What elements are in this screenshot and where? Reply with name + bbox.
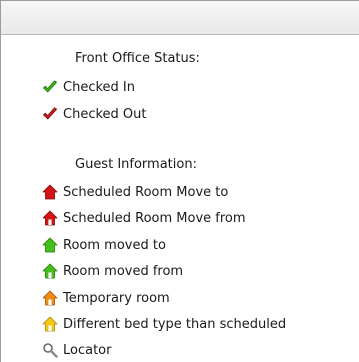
legend-item-checked-in: Checked In (42, 76, 135, 98)
legend-item-different-bed: Different bed type than scheduled (42, 313, 286, 335)
legend-label-checked-in: Checked In (63, 79, 135, 95)
legend-label-checked-out: Checked Out (63, 106, 147, 122)
guest-information-title: Guest Information: (75, 157, 197, 172)
legend-label-temporary-room: Temporary room (63, 290, 170, 306)
green-house-solid-icon (42, 237, 58, 253)
legend-item-move-from: Scheduled Room Move from (42, 207, 246, 229)
red-check-icon (42, 106, 58, 122)
legend-item-moved-from: Room moved from (42, 260, 183, 282)
red-house-outline-icon (42, 210, 58, 226)
legend-label-moved-to: Room moved to (63, 237, 166, 253)
legend-item-checked-out: Checked Out (42, 103, 146, 125)
legend-item-locator: Locator (42, 339, 111, 361)
green-check-icon (42, 79, 58, 95)
legend-item-moved-to: Room moved to (42, 234, 166, 256)
magnifier-icon (42, 342, 58, 358)
legend-label-different-bed: Different bed type than scheduled (63, 316, 287, 332)
legend-label-locator: Locator (63, 342, 112, 358)
green-house-outline-icon (42, 263, 58, 279)
legend-label-move-to: Scheduled Room Move to (63, 184, 229, 200)
legend-item-temporary-room: Temporary room (42, 287, 170, 309)
red-house-solid-icon (42, 184, 58, 200)
legend-item-move-to: Scheduled Room Move to (42, 181, 228, 203)
room-legend-panel: Front Office Status: Checked In Checked … (0, 0, 359, 362)
front-office-status-title: Front Office Status: (75, 51, 200, 66)
legend-label-moved-from: Room moved from (63, 263, 184, 279)
orange-house-icon (42, 290, 58, 306)
legend-label-move-from: Scheduled Room Move from (63, 210, 246, 226)
yellow-house-icon (42, 316, 58, 332)
panel-header (1, 1, 359, 35)
